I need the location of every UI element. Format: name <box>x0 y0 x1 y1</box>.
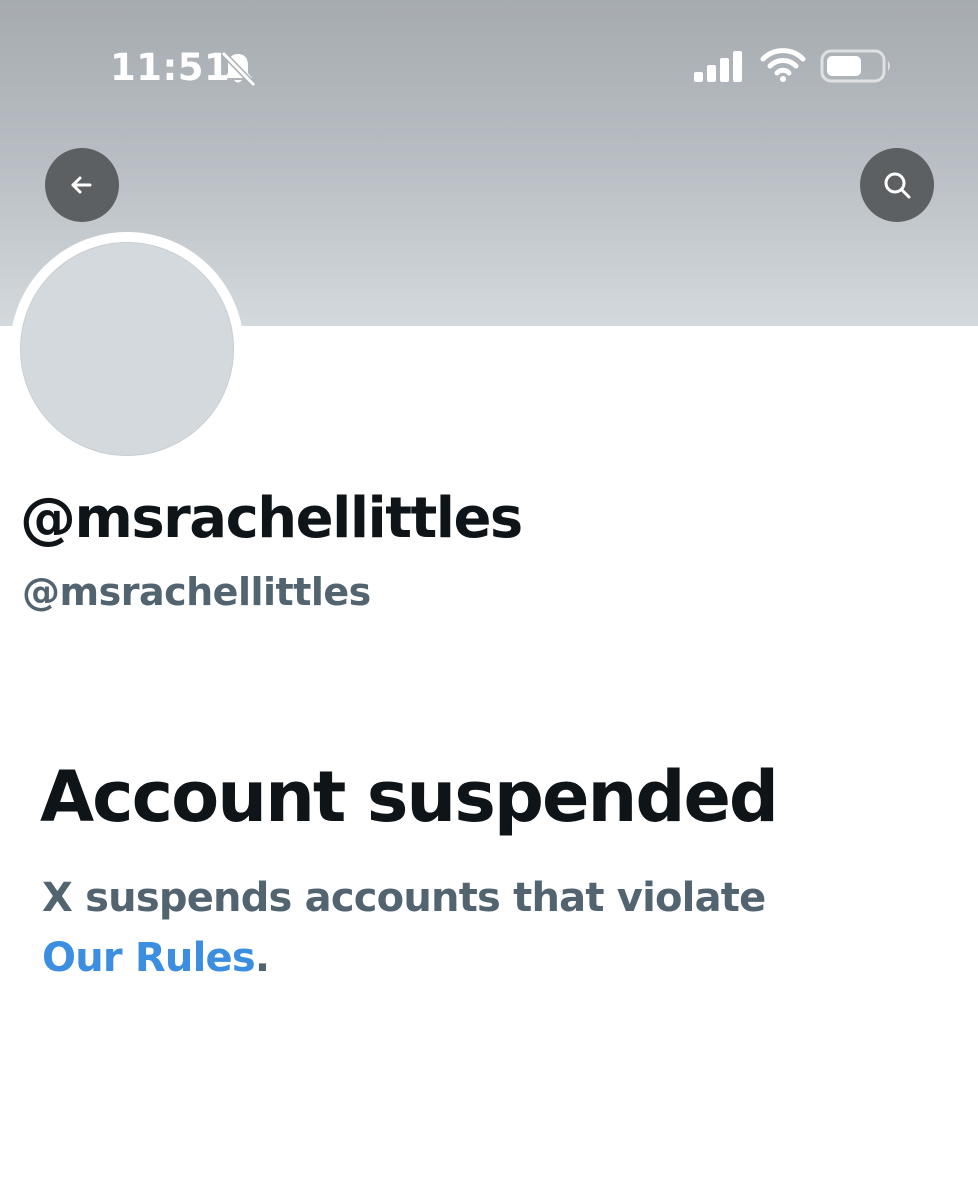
status-time: 11:51 <box>110 46 231 89</box>
our-rules-link[interactable]: Our Rules <box>42 935 256 981</box>
search-button[interactable] <box>860 148 934 222</box>
suspended-title: Account suspended <box>40 756 779 838</box>
battery-icon <box>820 49 890 83</box>
cellular-signal-icon <box>694 51 742 82</box>
bell-slash-icon <box>220 50 257 88</box>
search-icon <box>884 172 911 199</box>
message-period: . <box>254 935 270 981</box>
wifi-icon <box>760 48 806 82</box>
profile-screen: 11:51 @msrachellittles @msrachellittles … <box>0 0 978 1200</box>
arrow-left-icon <box>71 176 92 194</box>
profile-display-name: @msrachellittles <box>20 486 523 551</box>
back-button[interactable] <box>45 148 119 222</box>
suspended-message: X suspends accounts that violate Our Rul… <box>42 868 942 988</box>
profile-handle: @msrachellittles <box>22 570 371 614</box>
suspended-message-text: X suspends accounts that violate <box>42 875 766 921</box>
avatar[interactable] <box>20 242 234 456</box>
